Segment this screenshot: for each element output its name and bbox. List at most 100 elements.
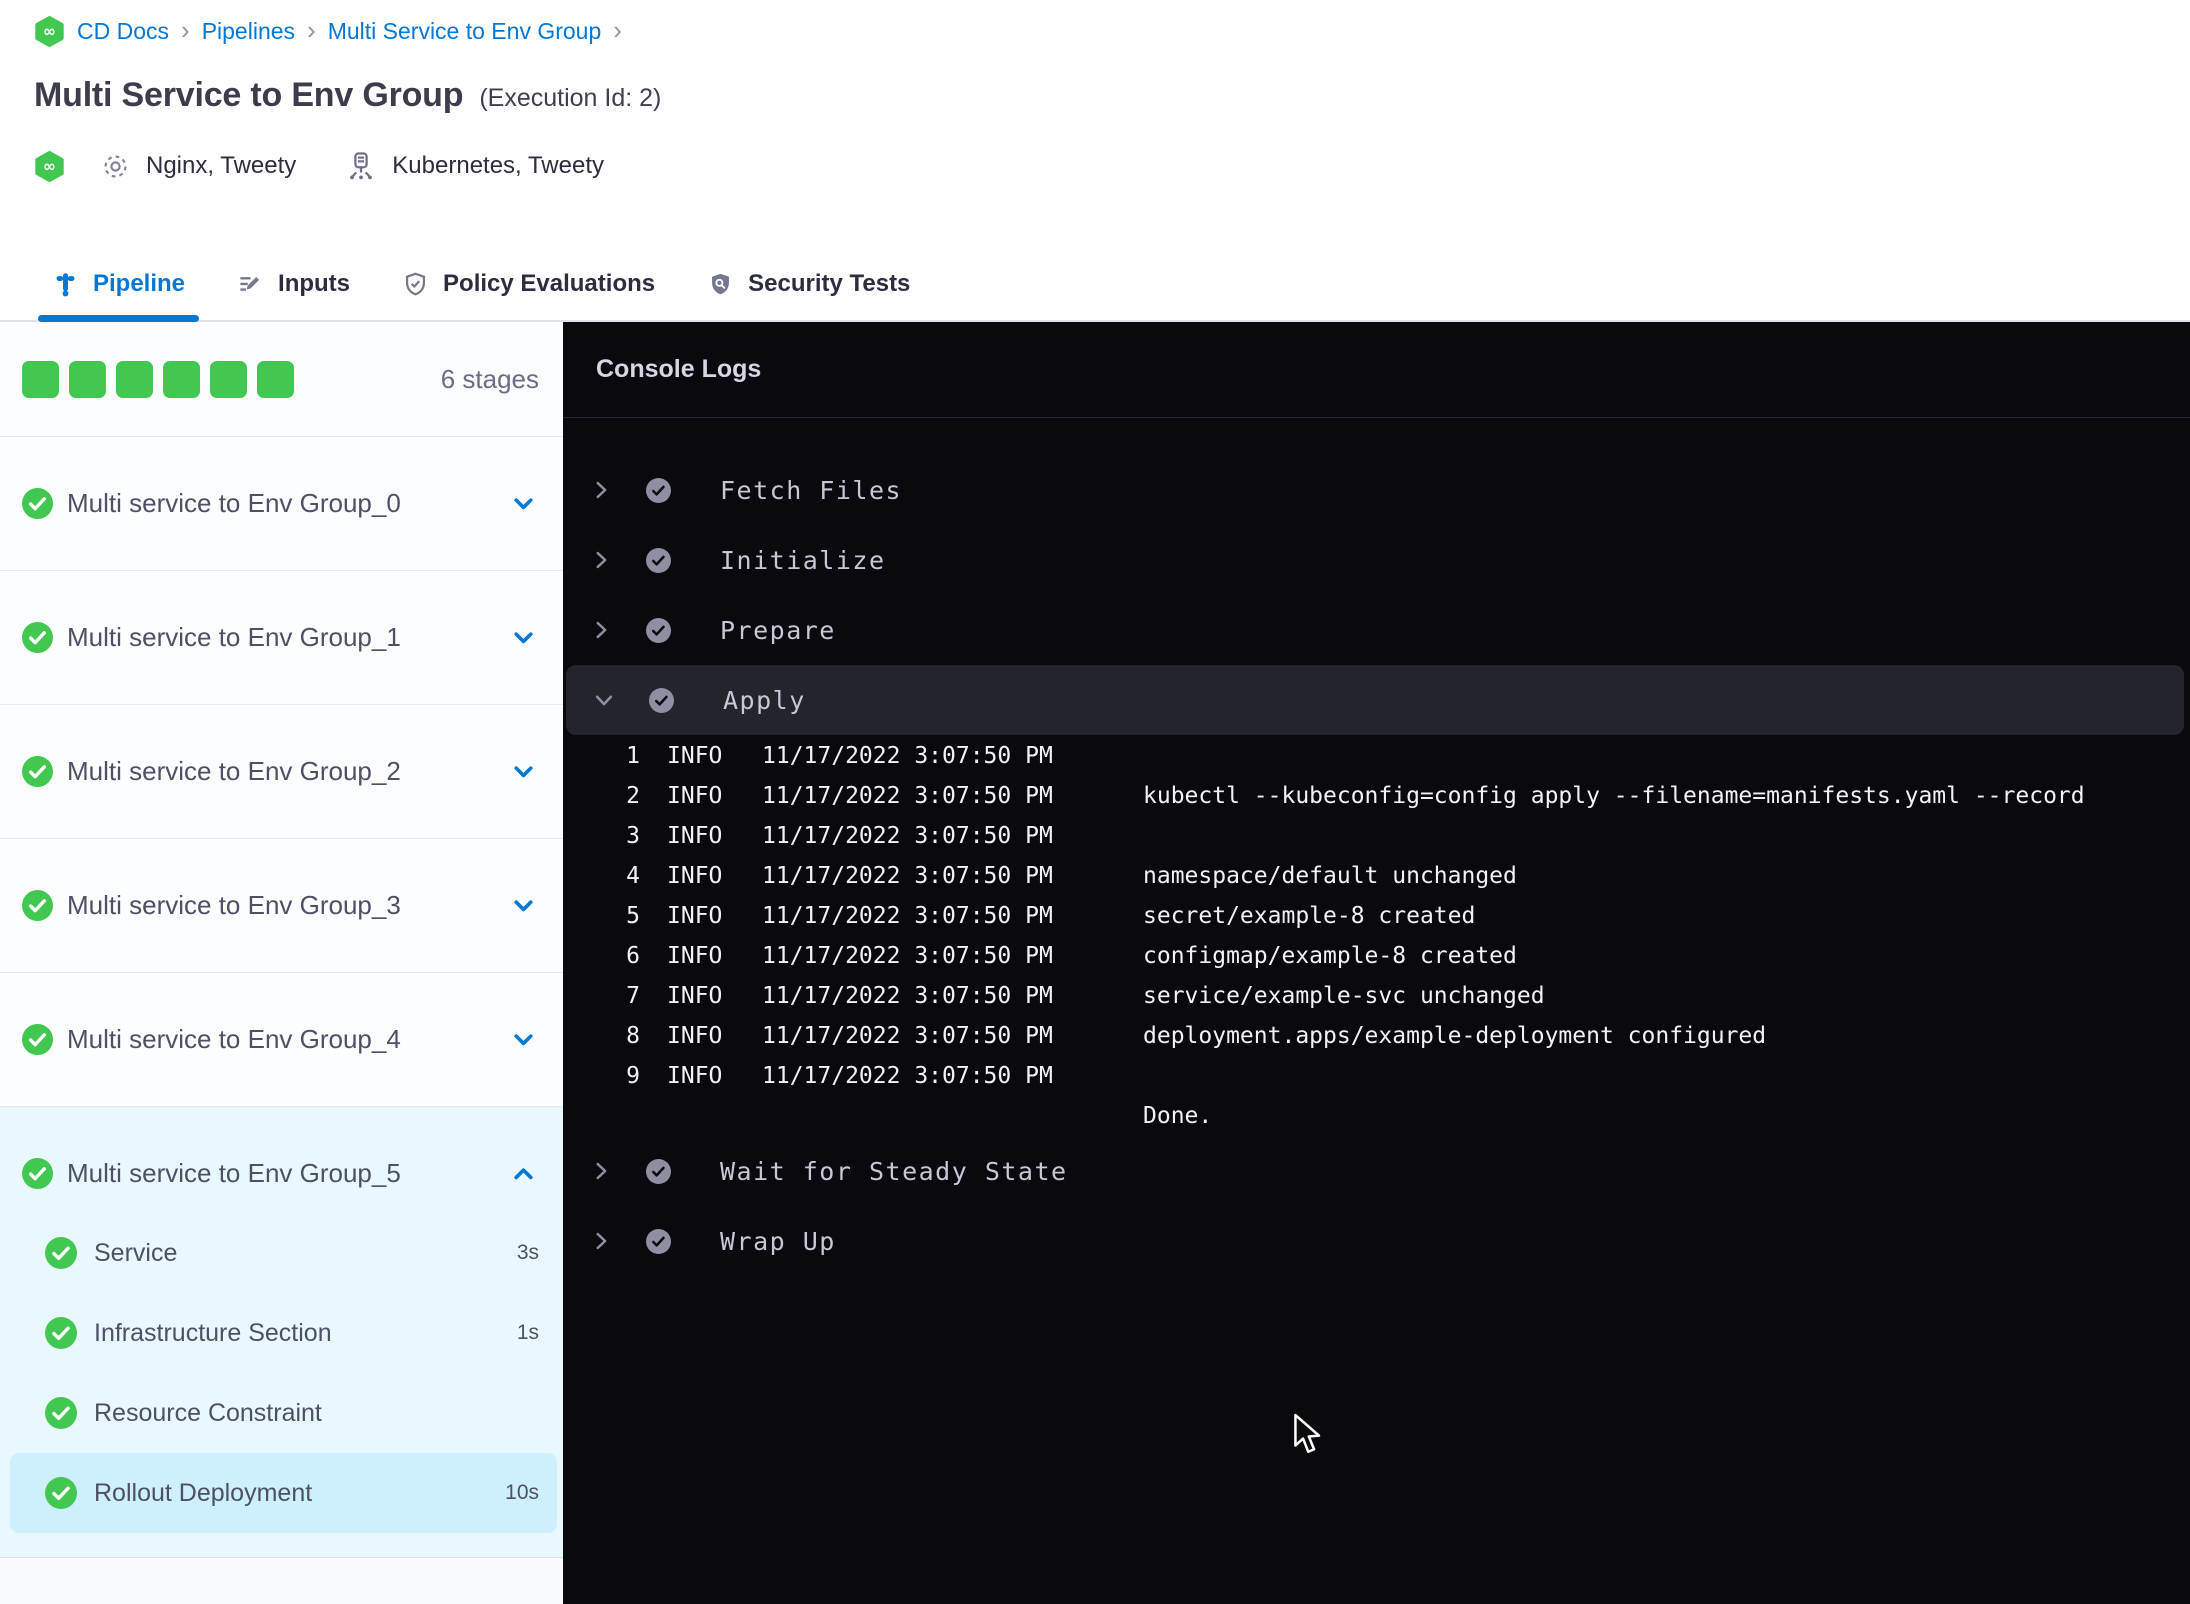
console-logs-panel: Console Logs Fetch Files Initialize Prep… [563, 322, 2190, 1604]
stage-name: Multi service to Env Group_5 [67, 1157, 401, 1188]
step-row[interactable]: Resource Constraint [10, 1373, 557, 1453]
log-timestamp: 11/17/2022 3:07:50 PM [762, 943, 1053, 969]
log-message: secret/example-8 created [1143, 903, 1476, 929]
chevron-down-icon[interactable] [593, 689, 616, 711]
chevron-right-icon[interactable] [590, 549, 613, 571]
log-timestamp: 11/17/2022 3:07:50 PM [762, 1023, 1053, 1049]
console-section-label: Fetch Files [720, 475, 903, 505]
console-section-label: Prepare [720, 615, 836, 645]
log-line: 4 INFO 11/17/2022 3:07:50 PM namespace/d… [563, 856, 2190, 896]
log-level: INFO [667, 743, 723, 769]
tab-bar: Pipeline Inputs Policy Evaluations Secur… [0, 248, 2190, 322]
status-success-icon [22, 1024, 53, 1055]
console-section-wait-for-steady-state[interactable]: Wait for Steady State [563, 1136, 2190, 1206]
log-line-number: 5 [626, 903, 640, 929]
content-area: 6 stages Multi service to Env Group_0 Mu… [0, 322, 2190, 1604]
log-line-number: 4 [626, 863, 640, 889]
log-message: deployment.apps/example-deployment confi… [1143, 1023, 1767, 1049]
console-section-prepare[interactable]: Prepare [563, 595, 2190, 665]
execution-id-label: (Execution Id: 2) [479, 84, 662, 112]
step-row[interactable]: Infrastructure Section 1s [10, 1293, 557, 1373]
stage-row[interactable]: Multi service to Env Group_0 [0, 437, 563, 571]
step-duration: 1s [516, 1321, 539, 1344]
console-section-fetch-files[interactable]: Fetch Files [563, 455, 2190, 525]
pipeline-icon [52, 271, 79, 298]
console-section-label: Initialize [720, 545, 886, 575]
tab-security-tests[interactable]: Security Tests [707, 248, 910, 320]
log-message: namespace/default unchanged [1143, 863, 1517, 889]
step-success-icon [646, 617, 671, 643]
console-section-label: Apply [723, 685, 806, 715]
stage-progress-square[interactable] [116, 360, 153, 398]
console-section-wrap-up[interactable]: Wrap Up [563, 1206, 2190, 1276]
stage-progress-square[interactable] [163, 360, 200, 398]
tab-inputs[interactable]: Inputs [237, 248, 350, 320]
log-line: Done. [563, 1096, 2190, 1136]
log-timestamp: 11/17/2022 3:07:50 PM [762, 903, 1053, 929]
step-success-icon [646, 1228, 671, 1254]
stage-row[interactable]: Multi service to Env Group_4 [0, 973, 563, 1107]
log-line-number: 8 [626, 1023, 640, 1049]
status-success-icon [22, 488, 53, 519]
console-logs-header: Console Logs [563, 322, 2190, 418]
chevron-down-icon[interactable] [510, 1026, 537, 1053]
log-level: INFO [667, 1063, 723, 1089]
status-success-icon [45, 1397, 77, 1429]
log-line-number: 1 [626, 743, 640, 769]
breadcrumb-link-pipelines[interactable]: Pipelines [202, 18, 295, 45]
console-section-apply[interactable]: Apply [566, 665, 2184, 735]
step-name: Infrastructure Section [94, 1318, 332, 1347]
stage-progress-square[interactable] [22, 360, 59, 398]
services-gear-icon [101, 152, 130, 181]
breadcrumb-separator-icon: › [181, 14, 190, 45]
chevron-down-icon[interactable] [510, 490, 537, 517]
expanded-stage-group: Multi service to Env Group_5 Service 3s … [0, 1107, 563, 1558]
chevron-right-icon[interactable] [590, 1160, 613, 1182]
tab-label: Pipeline [93, 270, 186, 297]
console-section-initialize[interactable]: Initialize [563, 525, 2190, 595]
log-level: INFO [667, 943, 723, 969]
chevron-down-icon[interactable] [510, 758, 537, 785]
stage-name: Multi service to Env Group_3 [67, 890, 401, 920]
step-name: Service [94, 1238, 178, 1267]
log-line: 8 INFO 11/17/2022 3:07:50 PM deployment.… [563, 1016, 2190, 1056]
chevron-right-icon[interactable] [590, 479, 613, 501]
tab-pipeline[interactable]: Pipeline [37, 248, 200, 322]
breadcrumb-link-pipeline-name[interactable]: Multi Service to Env Group [328, 18, 602, 45]
chevron-right-icon[interactable] [590, 1230, 613, 1252]
expanded-stage-header[interactable]: Multi service to Env Group_5 [0, 1133, 563, 1213]
stage-progress-square[interactable] [69, 360, 106, 398]
harness-logo-icon: ∞ [34, 150, 65, 182]
breadcrumb-link-cd-docs[interactable]: CD Docs [77, 18, 169, 45]
stage-name: Multi service to Env Group_2 [67, 756, 401, 786]
tab-policy-evaluations[interactable]: Policy Evaluations [402, 248, 655, 320]
security-shield-search-icon [707, 271, 734, 298]
chevron-up-icon[interactable] [510, 1160, 537, 1187]
log-line: 5 INFO 11/17/2022 3:07:50 PM secret/exam… [563, 896, 2190, 936]
log-message: configmap/example-8 created [1143, 943, 1517, 969]
log-line: 3 INFO 11/17/2022 3:07:50 PM [563, 816, 2190, 856]
page-header: ∞ CD Docs › Pipelines › Multi Service to… [0, 0, 2190, 322]
status-success-icon [22, 1157, 53, 1189]
chevron-down-icon[interactable] [510, 624, 537, 651]
chevron-right-icon[interactable] [590, 619, 613, 641]
log-level: INFO [667, 983, 723, 1009]
status-success-icon [22, 756, 53, 787]
tab-label: Policy Evaluations [443, 270, 656, 297]
step-duration: 3s [516, 1241, 539, 1264]
stage-name: Multi service to Env Group_1 [67, 622, 401, 652]
stage-progress-square[interactable] [257, 360, 294, 398]
log-message: kubectl --kubeconfig=config apply --file… [1143, 783, 2085, 809]
svg-text:∞: ∞ [43, 23, 56, 41]
stage-row[interactable]: Multi service to Env Group_2 [0, 705, 563, 839]
stage-progress-square[interactable] [210, 360, 247, 398]
step-row[interactable]: Service 3s [10, 1213, 557, 1293]
stage-row[interactable]: Multi service to Env Group_3 [0, 839, 563, 973]
step-row[interactable]: Rollout Deployment 10s [10, 1453, 557, 1533]
log-level: INFO [667, 823, 723, 849]
svg-text:∞: ∞ [43, 157, 56, 175]
stage-row[interactable]: Multi service to Env Group_1 [0, 571, 563, 705]
mouse-cursor-icon [1292, 1413, 1324, 1462]
log-line-number: 9 [626, 1063, 640, 1089]
chevron-down-icon[interactable] [510, 892, 537, 919]
